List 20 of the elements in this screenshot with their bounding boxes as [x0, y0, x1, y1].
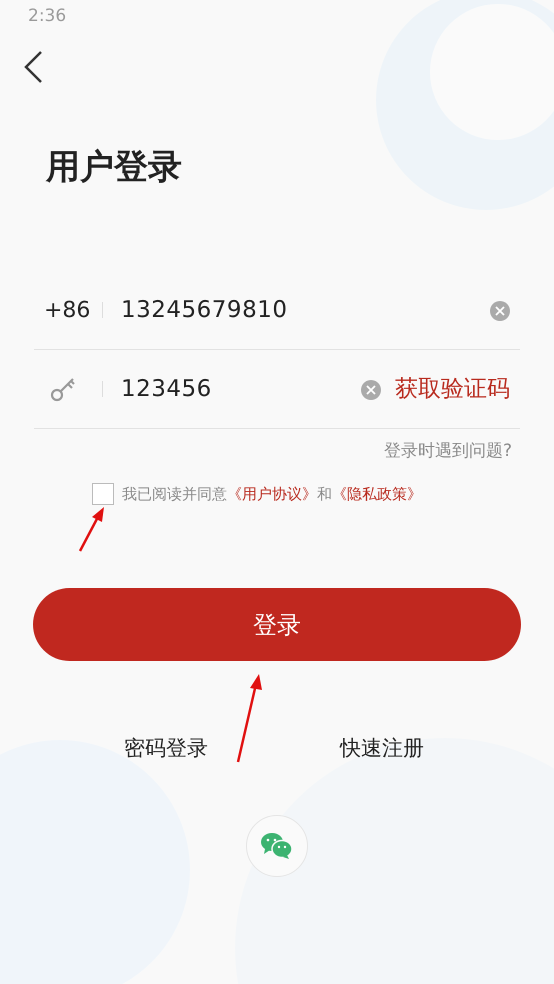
privacy-policy-link[interactable]: 《隐私政策》	[332, 484, 422, 502]
page-title: 用户登录	[46, 146, 183, 189]
country-code[interactable]: +86	[34, 294, 102, 326]
verification-code-field[interactable]: 123456	[121, 372, 361, 406]
login-button[interactable]: 登录	[33, 588, 521, 661]
key-icon	[50, 376, 76, 402]
quick-register-link[interactable]: 快速注册	[340, 733, 424, 764]
arrow-icon	[234, 672, 264, 764]
status-time: 2:36	[28, 5, 66, 28]
back-icon[interactable]	[22, 50, 44, 84]
user-agreement-link[interactable]: 《用户协议》	[227, 484, 317, 502]
arrow-icon	[77, 505, 107, 553]
phone-field[interactable]: 13245679810	[121, 292, 490, 328]
password-login-link[interactable]: 密码登录	[124, 733, 208, 764]
clear-icon[interactable]	[361, 380, 381, 400]
chat-bubbles-icon	[260, 832, 294, 860]
agreement-text: 我已阅读并同意《用户协议》和《隐私政策》	[122, 484, 422, 504]
clear-icon[interactable]	[490, 300, 510, 321]
get-code-button[interactable]: 获取验证码	[381, 372, 520, 406]
agreement-checkbox[interactable]	[92, 482, 114, 505]
